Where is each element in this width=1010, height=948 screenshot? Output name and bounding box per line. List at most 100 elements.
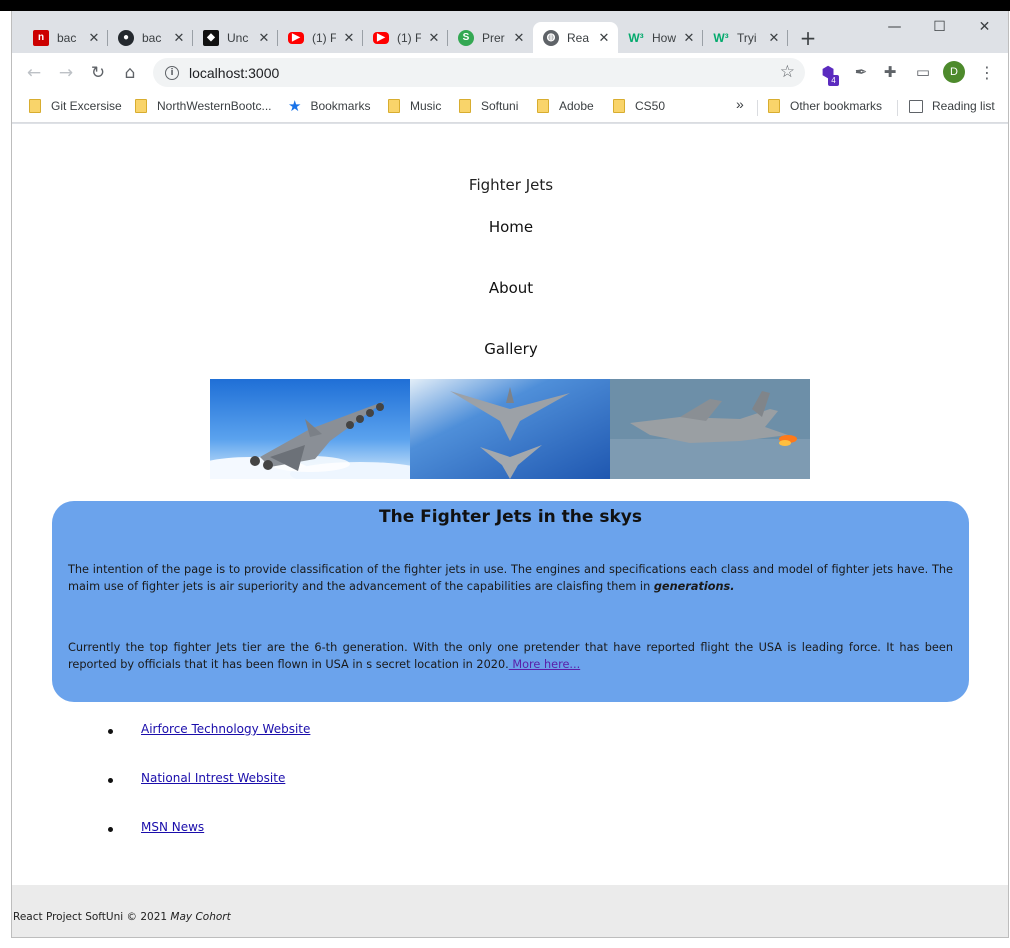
page-content: Fighter Jets Home About Gallery The Figh…: [12, 124, 1008, 937]
close-icon[interactable]: ✕: [512, 30, 526, 46]
reading-list-button[interactable]: Reading list: [909, 99, 995, 113]
folder-icon: [388, 99, 400, 113]
national-intrest-link[interactable]: National Intrest Website: [141, 771, 285, 785]
bookmark-other[interactable]: Other bookmarks: [768, 99, 882, 113]
back-icon[interactable]: ←: [21, 60, 47, 86]
footer-cohort: May Cohort: [170, 911, 231, 923]
tab-title: Tryi: [737, 30, 757, 45]
folder-icon: [768, 99, 780, 113]
bookmark-bookmarks[interactable]: ★ Bookmarks: [288, 97, 370, 115]
forward-icon[interactable]: →: [53, 60, 79, 86]
bookmark-adobe[interactable]: Adobe: [537, 99, 594, 113]
tab-title: Rea: [567, 30, 590, 45]
bullet: [108, 729, 113, 734]
folder-icon: [613, 99, 625, 113]
bookmarks-bar: Git Excersise NorthWesternBootc... ★ Book…: [12, 92, 1008, 123]
browser-toolbar: ← → ↻ ⌂ i localhost:3000 ☆ ⬢ 4 ✒ ✚ ▭ D ⋮: [12, 53, 1008, 92]
tab-active[interactable]: ◍ Rea ✕: [533, 22, 618, 53]
close-icon[interactable]: ✕: [342, 30, 356, 46]
more-here-link[interactable]: More here...: [509, 658, 580, 671]
tab-3[interactable]: ◆ Unc ✕: [193, 22, 278, 53]
tab-8[interactable]: W³ How ✕: [618, 22, 703, 53]
tab-title: Unc: [227, 30, 249, 45]
tab-title: bac: [57, 30, 77, 45]
globe-icon: ◍: [543, 29, 559, 46]
tab-strip: n bac ✕ ● bac ✕ ◆ Unc ✕ ▶ (1) F ✕ ▶ (1) …: [12, 11, 1008, 53]
nav-gallery-link[interactable]: Gallery: [12, 340, 1008, 358]
menu-kebab-icon[interactable]: ⋮: [976, 61, 998, 83]
bullet: [108, 778, 113, 783]
s-circle-icon: S: [458, 29, 474, 46]
n-square-icon: n: [33, 29, 49, 46]
close-icon[interactable]: ✕: [682, 30, 696, 46]
minimize-button[interactable]: —: [872, 11, 917, 43]
home-icon[interactable]: ⌂: [117, 60, 143, 86]
tab-title: Prer: [482, 30, 505, 45]
close-icon[interactable]: ✕: [257, 30, 271, 46]
address-bar[interactable]: i localhost:3000 ☆: [153, 58, 805, 87]
close-window-button[interactable]: ✕: [962, 11, 1007, 43]
bookmark-git-excersise[interactable]: Git Excersise: [29, 99, 122, 113]
bookmark-music[interactable]: Music: [388, 99, 441, 113]
jet-gallery: [210, 379, 810, 479]
close-icon[interactable]: ✕: [597, 30, 611, 46]
site-info-icon[interactable]: i: [165, 65, 179, 80]
page-footer: React Project SoftUni © 2021 May Cohort: [12, 885, 1008, 937]
bookmark-star-icon[interactable]: ☆: [780, 62, 795, 82]
folder-icon: [459, 99, 471, 113]
new-tab-button[interactable]: +: [795, 25, 821, 51]
tab-title: (1) F: [397, 30, 421, 45]
panel-heading: The Fighter Jets in the skys: [379, 507, 642, 527]
tab-title: How: [652, 30, 676, 45]
folder-icon: [537, 99, 549, 113]
tab-2[interactable]: ● bac ✕: [108, 22, 193, 53]
close-icon[interactable]: ✕: [767, 30, 781, 46]
tab-title: bac: [142, 30, 162, 45]
jet-image-3: [610, 379, 810, 479]
close-icon[interactable]: ✕: [87, 30, 101, 46]
generations-emphasis: generations.: [653, 580, 735, 593]
reading-list-icon: [909, 99, 923, 113]
extensions-puzzle-icon[interactable]: ✚: [879, 61, 901, 83]
folder-icon: [135, 99, 147, 113]
bookmark-northwestern[interactable]: NorthWesternBootc...: [135, 99, 272, 113]
panel-paragraph-2: Currently the top fighter Jets tier are …: [68, 641, 953, 671]
youtube-icon: ▶: [373, 31, 389, 44]
tab-5[interactable]: ▶ (1) F ✕: [363, 22, 448, 53]
tab-9[interactable]: W³ Tryi ✕: [703, 22, 788, 53]
airforce-technology-link[interactable]: Airforce Technology Website: [141, 722, 310, 736]
footer-text: React Project SoftUni © 2021 May Cohort: [13, 911, 231, 923]
url-text[interactable]: localhost:3000: [189, 65, 279, 81]
reload-icon[interactable]: ↻: [85, 60, 111, 86]
extension-badge: 4: [828, 75, 839, 86]
w3-icon: W³: [628, 30, 644, 45]
tab-title: (1) F: [312, 30, 336, 45]
jet-image-1: [210, 379, 410, 479]
tab-4[interactable]: ▶ (1) F ✕: [278, 22, 363, 53]
close-icon[interactable]: ✕: [427, 30, 441, 46]
folder-icon: [29, 99, 41, 113]
tab-6[interactable]: S Prer ✕: [448, 22, 533, 53]
codepen-icon: ◆: [203, 29, 219, 46]
eyedropper-icon[interactable]: ✒: [850, 61, 872, 83]
cast-icon[interactable]: ▭: [912, 61, 934, 83]
msn-news-link[interactable]: MSN News: [141, 820, 204, 834]
youtube-icon: ▶: [288, 31, 304, 44]
maximize-button[interactable]: ☐: [917, 11, 962, 43]
bookmarks-overflow-button[interactable]: »: [736, 96, 744, 112]
panel-paragraph-1: The intention of the page is to provide …: [68, 563, 953, 593]
jet-image-2: [410, 379, 610, 479]
profile-avatar[interactable]: D: [943, 61, 965, 83]
bullet: [108, 827, 113, 832]
site-title: Fighter Jets: [468, 176, 554, 194]
close-icon[interactable]: ✕: [172, 30, 186, 46]
bookmark-softuni[interactable]: Softuni: [459, 99, 518, 113]
nav-about-link[interactable]: About: [12, 279, 1008, 297]
star-icon: ★: [288, 98, 302, 115]
tab-1[interactable]: n bac ✕: [23, 22, 108, 53]
nav-home-link[interactable]: Home: [12, 218, 1008, 236]
bookmark-cs50[interactable]: CS50: [613, 99, 665, 113]
browser-window: n bac ✕ ● bac ✕ ◆ Unc ✕ ▶ (1) F ✕ ▶ (1) …: [11, 11, 1009, 938]
desktop-edge: [0, 0, 1010, 11]
github-icon: ●: [118, 29, 134, 46]
